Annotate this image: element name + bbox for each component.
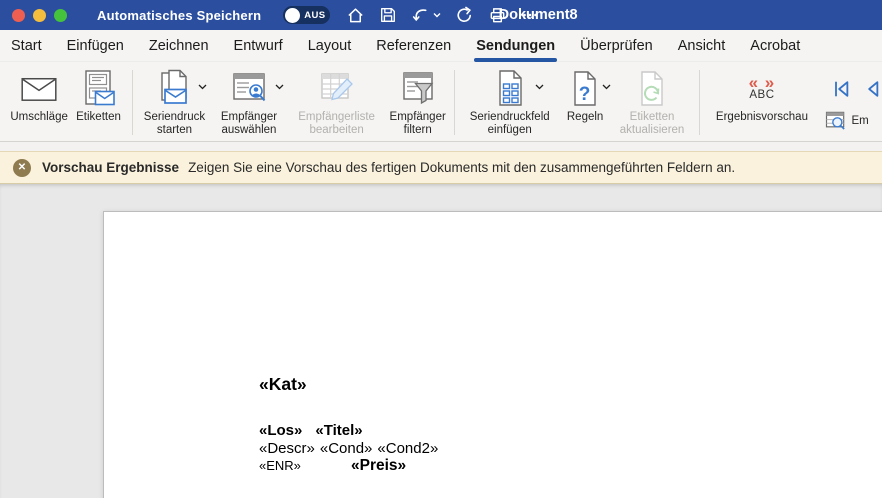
autosave-label: Automatisches Speichern <box>97 8 261 23</box>
preview-results-message-bar: ✕ Vorschau Ergebnisse Zeigen Sie eine Vo… <box>0 151 882 184</box>
word-window: Automatisches Speichern AUS <box>0 0 882 498</box>
tab-layout[interactable]: Layout <box>308 38 352 54</box>
merge-field-titel[interactable]: «Titel» <box>315 422 362 439</box>
chevron-down-icon <box>602 84 611 90</box>
envelope-icon <box>20 75 58 103</box>
regeln-button[interactable]: ? Regeln <box>560 67 611 138</box>
merge-field-kat[interactable]: «Kat» <box>259 374 438 395</box>
tab-entwurf[interactable]: Entwurf <box>234 38 283 54</box>
umschlaege-button[interactable]: Umschläge <box>8 67 70 138</box>
edit-recipient-list-icon <box>316 70 358 108</box>
filter-recipients-icon <box>398 70 438 108</box>
first-record-icon[interactable] <box>831 79 851 99</box>
preview-off-icon: ✕ <box>13 159 31 177</box>
tab-zeichnen[interactable]: Zeichnen <box>149 38 209 54</box>
chevron-down-icon <box>535 84 544 90</box>
merge-field-los[interactable]: «Los» <box>259 422 302 439</box>
titlebar: Automatisches Speichern AUS <box>0 0 882 30</box>
tab-ansicht[interactable]: Ansicht <box>678 38 726 54</box>
chevron-down-icon <box>198 84 207 90</box>
ribbon-bottom-strip <box>0 142 882 151</box>
select-recipients-icon <box>229 70 269 108</box>
svg-text:?: ? <box>579 84 591 105</box>
empfaenger-auswaehlen-button[interactable]: Empfänger auswählen <box>211 67 286 138</box>
home-icon[interactable] <box>346 6 365 25</box>
preview-results-icon: « » ABC <box>749 76 776 102</box>
previous-record-icon[interactable] <box>861 79 881 99</box>
merge-row-enr-preis: «ENR»«Preis» <box>259 457 438 475</box>
start-mail-merge-icon <box>153 69 195 109</box>
merge-field-preis[interactable]: «Preis» <box>351 457 406 474</box>
merge-row-descr: «Descr» «Cond»«Cond2» <box>259 440 438 458</box>
seriendruckfeld-einfuegen-button[interactable]: Seriendruckfeld einfügen <box>460 67 560 138</box>
toggle-thumb <box>285 8 300 23</box>
find-recipient-icon <box>825 111 847 130</box>
ribbon-group-divider <box>454 70 455 135</box>
empfaenger-suchen-button[interactable]: Em <box>825 111 882 130</box>
empfaenger-filtern-button[interactable]: Empfänger filtern <box>387 67 449 138</box>
tab-einfuegen[interactable]: Einfügen <box>67 38 124 54</box>
rules-icon: ? <box>568 69 602 109</box>
merge-field-enr[interactable]: «ENR» <box>259 457 351 475</box>
etiketten-button[interactable]: Etiketten <box>70 67 127 138</box>
tab-start[interactable]: Start <box>11 38 42 54</box>
tab-ueberpruefen[interactable]: Überprüfen <box>580 38 653 54</box>
minimize-window-button[interactable] <box>33 9 46 22</box>
autosave-state: AUS <box>304 10 325 21</box>
ergebnisvorschau-button[interactable]: « » ABC Ergebnisvorschau <box>704 67 819 138</box>
empfaengerliste-bearbeiten-button: Empfängerliste bearbeiten <box>287 67 387 138</box>
tab-acrobat[interactable]: Acrobat <box>750 38 800 54</box>
merge-field-descr[interactable]: «Descr» <box>259 440 315 457</box>
insert-merge-field-icon <box>492 69 528 109</box>
update-labels-icon <box>635 69 669 109</box>
traffic-lights <box>12 9 67 22</box>
notification-message: Zeigen Sie eine Vorschau des fertigen Do… <box>188 160 735 175</box>
labels-icon <box>79 69 119 109</box>
record-navigation: Em <box>825 67 882 138</box>
document-title: Dokument8 <box>499 7 578 23</box>
chevron-down-icon <box>433 12 441 18</box>
redo-icon[interactable] <box>455 6 474 25</box>
ribbon-group-divider <box>132 70 133 135</box>
merge-field-cond2[interactable]: «Cond2» <box>377 440 438 457</box>
save-icon[interactable] <box>379 6 397 24</box>
ribbon-tabbar: Start Einfügen Zeichnen Entwurf Layout R… <box>0 30 882 62</box>
merge-row-los-titel: «Los» «Titel» <box>259 422 438 440</box>
close-window-button[interactable] <box>12 9 25 22</box>
chevron-down-icon <box>275 84 284 90</box>
tab-referenzen[interactable]: Referenzen <box>376 38 451 54</box>
document-page[interactable]: «Kat» «Los»«Titel» «Descr»«Cond»«Cond2» … <box>103 211 882 498</box>
zoom-window-button[interactable] <box>54 9 67 22</box>
undo-icon[interactable] <box>411 6 441 25</box>
autosave-toggle[interactable]: AUS <box>283 6 330 24</box>
seriendruck-starten-button[interactable]: Seriendruck starten <box>138 67 212 138</box>
ribbon-sendungen: Umschläge Etiketten Seriendruck starten <box>0 62 882 142</box>
tab-sendungen[interactable]: Sendungen <box>476 38 555 54</box>
ribbon-group-divider <box>699 70 700 135</box>
merge-field-cond[interactable]: «Cond» <box>320 440 373 457</box>
notification-title: Vorschau Ergebnisse <box>42 160 179 175</box>
document-area: «Kat» «Los»«Titel» «Descr»«Cond»«Cond2» … <box>0 184 882 498</box>
merge-fields-block: «Kat» «Los»«Titel» «Descr»«Cond»«Cond2» … <box>259 374 438 475</box>
etiketten-aktualisieren-button: Etiketten aktualisieren <box>611 67 694 138</box>
